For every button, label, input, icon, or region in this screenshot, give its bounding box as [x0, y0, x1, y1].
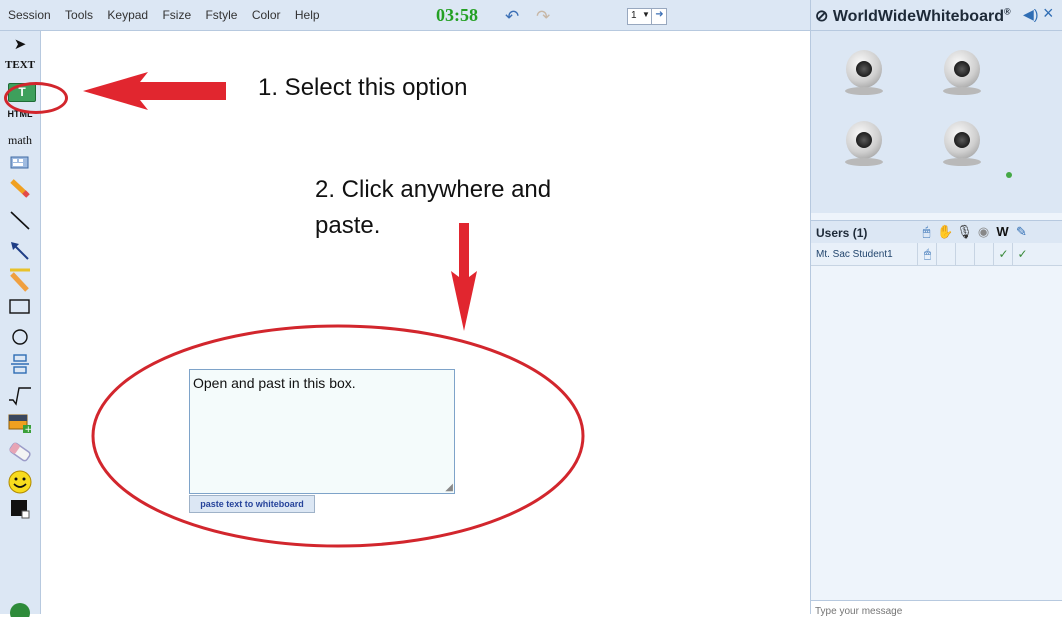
- arrow-icon[interactable]: [5, 239, 35, 266]
- users-header: Users (1) 🖱 ✋ 🎙 ◉ W ✎: [811, 220, 1062, 244]
- close-icon[interactable]: ×: [1043, 3, 1054, 24]
- graph-icon[interactable]: [5, 384, 35, 411]
- online-indicator: [1006, 172, 1012, 178]
- user-mic-cell[interactable]: [955, 243, 975, 265]
- pointer-icon[interactable]: ➤: [5, 35, 35, 53]
- rectangle-icon[interactable]: [5, 297, 35, 322]
- microphone-icon[interactable]: 🎙: [955, 222, 974, 242]
- user-mouse-icon[interactable]: 🖱: [917, 243, 937, 265]
- menu-keypad[interactable]: Keypad: [107, 8, 148, 22]
- next-page-icon[interactable]: ➜: [651, 9, 667, 24]
- users-title: Users (1): [816, 226, 868, 240]
- user-name: Mt. Sac Student1: [816, 249, 893, 260]
- line-icon[interactable]: [5, 209, 35, 236]
- webcam-icon[interactable]: [937, 47, 987, 99]
- right-panel: Users (1) 🖱 ✋ 🎙 ◉ W ✎ Mt. Sac Student1 🖱…: [810, 31, 1062, 619]
- svg-text:+: +: [25, 425, 33, 435]
- insert-space-icon[interactable]: [5, 353, 35, 380]
- page-select-value: 1: [631, 10, 637, 21]
- user-row[interactable]: Mt. Sac Student1 🖱 ✓ ✓: [811, 243, 1062, 266]
- pencil-icon[interactable]: [5, 177, 35, 204]
- brand-header: ⊘ WorldWideWhiteboard® ◀) ×: [810, 0, 1062, 31]
- brand-name: WorldWideWhiteboard: [832, 8, 1004, 25]
- brand-logo: ⊘ WorldWideWhiteboard®: [815, 6, 1011, 26]
- undo-icon[interactable]: ↶: [505, 7, 519, 27]
- left-arrow-annotation: [83, 72, 226, 110]
- ellipse-icon[interactable]: [5, 327, 35, 352]
- text-tool[interactable]: TEXT: [5, 59, 35, 71]
- image-icon[interactable]: +: [5, 412, 35, 441]
- menu: Session Tools Keypad Fsize Fstyle Color …: [0, 8, 323, 22]
- eraser-icon[interactable]: [5, 440, 35, 469]
- raise-hand-icon[interactable]: ✋: [936, 222, 955, 242]
- menu-bar: Session Tools Keypad Fsize Fstyle Color …: [0, 0, 810, 31]
- textbox-value: Open and past in this box.: [193, 375, 356, 391]
- logo-icon: ⊘: [815, 8, 829, 25]
- paste-to-whiteboard-button[interactable]: paste text to whiteboard: [189, 495, 315, 513]
- speaker-icon[interactable]: ◀): [1023, 6, 1038, 23]
- user-cam-cell[interactable]: [974, 243, 994, 265]
- user-hand-cell[interactable]: [936, 243, 956, 265]
- menu-tools[interactable]: Tools: [65, 8, 93, 22]
- user-pen-check[interactable]: ✓: [1012, 243, 1032, 265]
- color-swatch-icon[interactable]: [5, 498, 35, 525]
- instruction-step1: 1. Select this option: [258, 74, 468, 101]
- menu-fsize[interactable]: Fsize: [162, 8, 191, 22]
- math-tool[interactable]: math: [5, 133, 35, 148]
- chevron-down-icon: ▼: [642, 10, 650, 19]
- menu-fstyle[interactable]: Fstyle: [205, 8, 237, 22]
- status-icon: [5, 599, 35, 622]
- tool-palette: ➤ TEXT T HTML math +: [0, 31, 41, 622]
- menu-session[interactable]: Session: [8, 8, 51, 22]
- resize-grip-icon[interactable]: ◢: [445, 482, 453, 493]
- chat-input-area: [811, 600, 1062, 619]
- highlight-circle: [4, 82, 68, 114]
- pen-permission-icon[interactable]: ✎: [1012, 222, 1031, 242]
- page-select[interactable]: 1 ▼ ➜: [627, 8, 667, 25]
- session-timer: 03:58: [436, 5, 478, 25]
- mouse-icon[interactable]: 🖱: [917, 222, 936, 242]
- down-arrow-annotation: [451, 223, 477, 331]
- redo-icon[interactable]: ↷: [536, 7, 550, 27]
- highlighter-icon[interactable]: [5, 268, 35, 299]
- paste-textbox[interactable]: Open and past in this box. ◢: [189, 369, 455, 494]
- video-area: [811, 31, 1062, 213]
- menu-color[interactable]: Color: [252, 8, 281, 22]
- menu-help[interactable]: Help: [295, 8, 320, 22]
- chat-input[interactable]: [811, 604, 1059, 619]
- webcam-icon[interactable]: [839, 118, 889, 170]
- webcam-icon[interactable]: [839, 47, 889, 99]
- webcam-icon[interactable]: [937, 118, 987, 170]
- smiley-icon[interactable]: [5, 469, 35, 500]
- keyboard-icon[interactable]: [5, 154, 35, 175]
- trademark: ®: [1003, 6, 1011, 17]
- whiteboard-col[interactable]: W: [993, 222, 1012, 242]
- user-w-check[interactable]: ✓: [993, 243, 1013, 265]
- webcam-col-icon[interactable]: ◉: [974, 222, 993, 242]
